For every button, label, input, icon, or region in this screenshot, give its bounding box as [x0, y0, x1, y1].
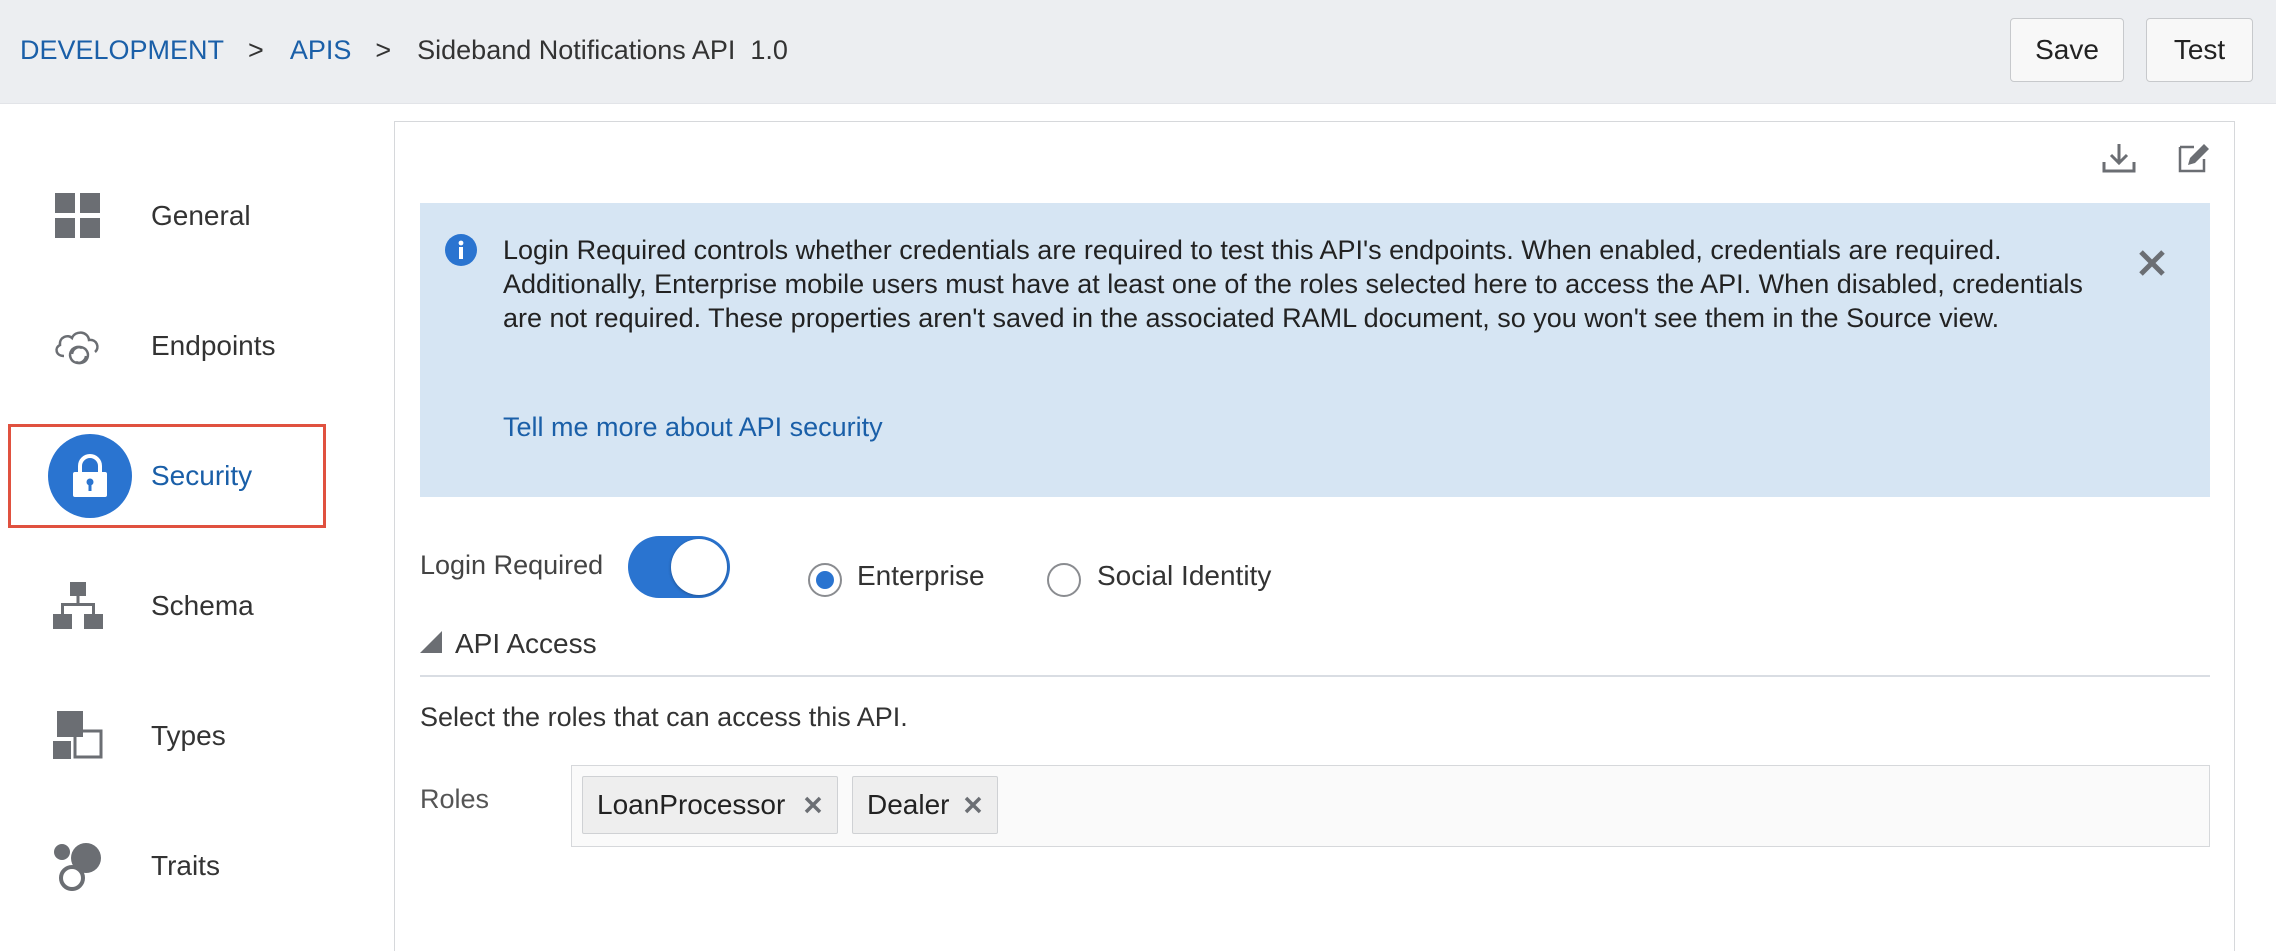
role-chip-label: Dealer: [867, 789, 950, 820]
lock-icon: [48, 434, 132, 518]
page-title: Sideband Notifications API 1.0: [417, 35, 788, 65]
cloud-sync-icon: [48, 316, 108, 376]
roles-label: Roles: [420, 784, 490, 814]
remove-role-icon[interactable]: [961, 793, 985, 817]
security-panel: Login Required controls whether credenti…: [394, 121, 2235, 951]
sidebar-item-general[interactable]: General: [8, 164, 326, 268]
section-divider: [420, 675, 2210, 677]
role-chip: LoanProcessor: [582, 776, 838, 834]
sidebar-item-label: Endpoints: [151, 330, 276, 361]
toggle-knob: [671, 539, 727, 595]
save-button[interactable]: Save: [2010, 18, 2124, 82]
login-required-label: Login Required: [420, 550, 604, 580]
header-bar: DEVELOPMENT > APIS > Sideband Notificati…: [0, 0, 2276, 104]
edit-icon[interactable]: [2173, 138, 2213, 178]
api-access-title: API Access: [455, 628, 597, 659]
sidebar-item-schema[interactable]: Schema: [8, 554, 326, 658]
roles-description: Select the roles that can access this AP…: [420, 702, 908, 732]
social-identity-radio[interactable]: [1047, 563, 1081, 597]
breadcrumb-apis-link[interactable]: APIS: [290, 30, 352, 70]
breadcrumb-separator: >: [248, 35, 264, 65]
info-message: Login Required controls whether credenti…: [503, 235, 2083, 333]
login-required-toggle[interactable]: [628, 536, 730, 598]
role-chip: Dealer: [852, 776, 998, 834]
sidebar-item-label: Types: [151, 720, 226, 751]
sidebar-item-label: Traits: [151, 850, 220, 881]
info-icon: [444, 233, 478, 267]
sidebar-item-label: Schema: [151, 590, 254, 621]
grid-icon: [48, 186, 108, 246]
breadcrumb-separator: >: [375, 35, 392, 65]
circles-icon: [48, 836, 108, 896]
role-chip-label: LoanProcessor: [597, 789, 786, 820]
sidebar-item-label: Security: [151, 460, 253, 491]
hierarchy-icon: [48, 576, 108, 636]
test-button[interactable]: Test: [2146, 18, 2253, 82]
download-icon[interactable]: [2099, 138, 2139, 178]
remove-role-icon[interactable]: [801, 793, 825, 817]
api-security-help-link[interactable]: Tell me more about API security: [503, 410, 883, 444]
social-identity-radio-label[interactable]: Social Identity: [1097, 560, 1271, 592]
radio-selected-dot: [816, 571, 834, 589]
breadcrumb: DEVELOPMENT > APIS > Sideband Notificati…: [20, 30, 788, 70]
api-access-section-toggle[interactable]: API Access: [420, 628, 597, 660]
info-banner: Login Required controls whether credenti…: [420, 203, 2210, 497]
sidebar-item-label: General: [151, 200, 251, 231]
sidebar-item-traits[interactable]: Traits: [8, 814, 326, 918]
breadcrumb-development-link[interactable]: DEVELOPMENT: [20, 30, 224, 70]
enterprise-radio[interactable]: [808, 563, 842, 597]
enterprise-radio-label[interactable]: Enterprise: [857, 560, 985, 592]
collapse-triangle-icon: [420, 630, 442, 658]
sidebar-item-endpoints[interactable]: Endpoints: [8, 294, 326, 398]
close-icon[interactable]: [2134, 245, 2170, 281]
roles-input[interactable]: LoanProcessor Dealer: [571, 765, 2210, 847]
shapes-icon: [48, 706, 108, 766]
sidebar-item-types[interactable]: Types: [8, 684, 326, 788]
sidebar-item-security[interactable]: Security: [8, 424, 326, 528]
